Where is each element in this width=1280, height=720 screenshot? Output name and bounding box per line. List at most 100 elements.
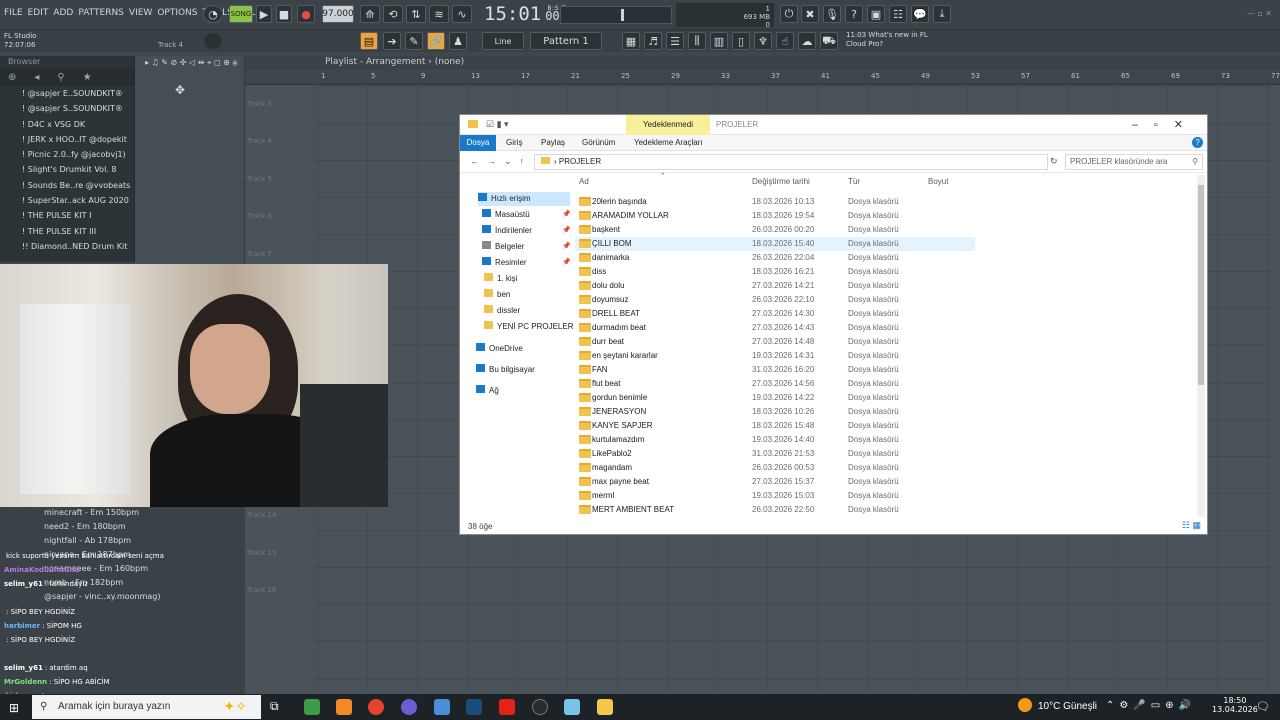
file-row[interactable]: flut beat 27.03.2026 14:56 Dosya klasörü [575,377,975,391]
nav-item[interactable]: Bu bilgisayar [476,363,535,377]
song-mode-toggle[interactable]: SONG [229,5,253,23]
browser-back-icon[interactable]: ◂ [34,72,39,83]
track-label[interactable]: Track 14 [245,511,315,519]
pattern-selector[interactable]: Pattern 1 [530,32,602,50]
tab-share[interactable]: Paylaş [541,138,565,147]
col-type[interactable]: Tür [848,177,860,186]
tab-home[interactable]: Giriş [506,138,522,147]
menu-item[interactable]: ADD [53,8,73,18]
file-row[interactable]: 20lerin başında 18.03.2026 10:13 Dosya kla… [575,195,975,209]
menu-item[interactable]: PATTERNS [78,8,124,18]
track-label[interactable]: Track 7 [245,250,315,258]
browser-search-icon[interactable]: ⚲ [57,72,64,83]
playlist-icon[interactable]: ▦ [622,32,640,50]
master-volume-knob[interactable] [204,33,222,49]
tab-file[interactable]: Dosya [460,135,496,151]
master-pitch-slider[interactable] [560,6,672,24]
file-row[interactable]: en şeytani kararlar 19.03.2026 14:31 Dosya… [575,349,975,363]
help-icon[interactable]: ? [845,5,863,23]
track-label[interactable]: Track 5 [245,175,315,183]
clock[interactable]: 18:50 13.04.2026 [1212,696,1258,714]
stop-icon[interactable]: ■ [276,5,292,23]
refresh-icon[interactable]: ↻ [1050,156,1058,167]
file-row[interactable]: başkent 26.03.2026 00:20 Dosya klasörü [575,223,975,237]
browser-tools[interactable]: ⊕ ◂ ⚲ ★ [0,68,134,86]
help-icon[interactable]: ? [1192,137,1203,148]
record-icon[interactable]: ● [297,5,315,23]
file-row[interactable]: doyumsuz 26.03.2026 22:10 Dosya klasörü [575,293,975,307]
file-row[interactable]: LikePablo2 31.03.2026 21:53 Dosya klasörü [575,447,975,461]
move-icon[interactable]: ✥ [175,83,185,97]
nav-item[interactable]: Belgeler 📌 [482,240,571,254]
file-explorer-icon[interactable] [597,699,613,715]
search-input[interactable]: PROJELER klasöründe ara ⚲ [1065,154,1203,170]
file-icon[interactable]: ▯ [732,32,750,50]
blend-icon[interactable]: ∿ [452,5,472,23]
power-icon[interactable]: ⏻ [780,5,798,23]
nav-item[interactable]: 1. kişi [484,272,517,286]
explorer-window-controls[interactable]: –▫✕ [1132,118,1199,131]
file-row[interactable]: diss 18.03.2026 16:21 Dosya klasörü [575,265,975,279]
obs-icon[interactable] [401,699,417,715]
file-row[interactable]: KANYE SAPJER 18.03.2026 15:48 Dosya klasör… [575,419,975,433]
task-view-icon[interactable]: ⧉ [270,699,286,715]
metronome-icon[interactable]: ◔ [203,5,223,23]
line-mode-select[interactable]: Line [482,32,524,50]
app-blue-icon[interactable] [434,699,450,715]
file-row[interactable]: ARAMADIM YOLLAR 18.03.2026 19:54 Dosya kla… [575,209,975,223]
app-fl-studio-icon[interactable] [336,699,352,715]
browser-folder[interactable]: ! D4C x VSG DK [0,117,134,132]
tab-view[interactable]: Görünüm [582,138,615,147]
loop-icon[interactable]: ⟲ [383,5,403,23]
lower-list-item[interactable]: minecraft - Em 150bpm [44,508,139,517]
browser-folder[interactable]: ! THE PULSE KIT III [0,224,134,239]
tab-backup-tools[interactable]: Yedekleme Araçları [634,138,703,147]
channel-icon[interactable]: ▥ [710,32,728,50]
nav-item[interactable]: Ağ [476,384,499,398]
file-row[interactable]: DRELL BEAT 27.03.2026 14:30 Dosya klasörü [575,307,975,321]
address-bar[interactable]: › PROJELER [534,154,1048,170]
file-row[interactable]: kurtulamazdım 19.03.2026 14:40 Dosya klasö… [575,433,975,447]
snap-icon[interactable]: ▤ [360,32,378,50]
video-app-icon[interactable] [499,699,515,715]
cloud-icon[interactable]: ☁ [798,32,816,50]
mixer-icon[interactable]: ☷ [889,5,907,23]
menu-item[interactable]: VIEW [129,8,152,18]
windows-start-icon[interactable]: ⊞ [9,701,19,715]
menu-item[interactable]: OPTIONS [157,8,197,18]
mixer-faders-icon[interactable]: ⫼ [688,32,706,50]
tools-icon[interactable]: ✖ [801,5,819,23]
wave-icon[interactable]: ≋ [429,5,449,23]
view-toggle-icons[interactable]: ☷ ▦ [1182,520,1201,531]
browser-folder[interactable]: ! THE PULSE KIT I [0,208,134,223]
play-icon[interactable]: ▶ [256,5,272,23]
nav-item[interactable]: İndirilenler 📌 [482,224,571,238]
pattern-song-icon[interactable]: ⟰ [360,5,380,23]
browser-folder[interactable]: ! @sapjer S..SOUNDKIT® [0,101,134,116]
nav-item[interactable]: Hızlı erişim [478,192,570,206]
touch-icon[interactable]: ☝ [776,32,794,50]
browser-folder[interactable]: ! @sapjer E..SOUNDKIT® [0,86,134,101]
menu-item[interactable]: FILE [4,8,23,18]
tempo-display[interactable]: 97.000 [322,5,354,23]
channel-rack-icon[interactable]: ☰ [666,32,684,50]
track-label[interactable]: Track 15 [245,549,315,557]
lower-list-item[interactable]: need2 - Em 180bpm [44,522,126,531]
news-hint[interactable]: 11:03 What's new in FL Cloud Pro? [846,31,928,49]
nav-item[interactable]: Masaüstü 📌 [482,208,571,222]
taskbar-search-input[interactable]: ⚲ Aramak için buraya yazın ✦✧ [32,695,261,719]
tray-icons[interactable]: ⌃⚙🎤▭⊕🔊 [1106,700,1196,711]
plugin-icon[interactable]: ♆ [754,32,772,50]
weather-text[interactable]: 10°C Güneşli [1038,701,1097,712]
file-row[interactable]: ÇILLI BOM 18.03.2026 15:40 Dosya klasörü [575,237,975,251]
file-row[interactable]: dolu dolu 27.03.2026 14:21 Dosya klasörü [575,279,975,293]
pencil-icon[interactable]: ✎ [405,32,423,50]
track-label[interactable]: Track 6 [245,212,315,220]
file-row[interactable]: durr beat 27.03.2026 14:48 Dosya klasörü [575,335,975,349]
browser-star-icon[interactable]: ★ [83,72,92,83]
track-label[interactable]: Track 3 [245,100,315,108]
lower-list-item[interactable]: nightfall - Ab 178bpm [44,536,131,545]
file-row[interactable]: max payne beat 27.03.2026 15:37 Dosya klas… [575,475,975,489]
file-row[interactable]: JENERASYON 18.03.2026 10:26 Dosya klasörü [575,405,975,419]
window-controls[interactable]: — ▫ ✕ [1247,9,1272,18]
